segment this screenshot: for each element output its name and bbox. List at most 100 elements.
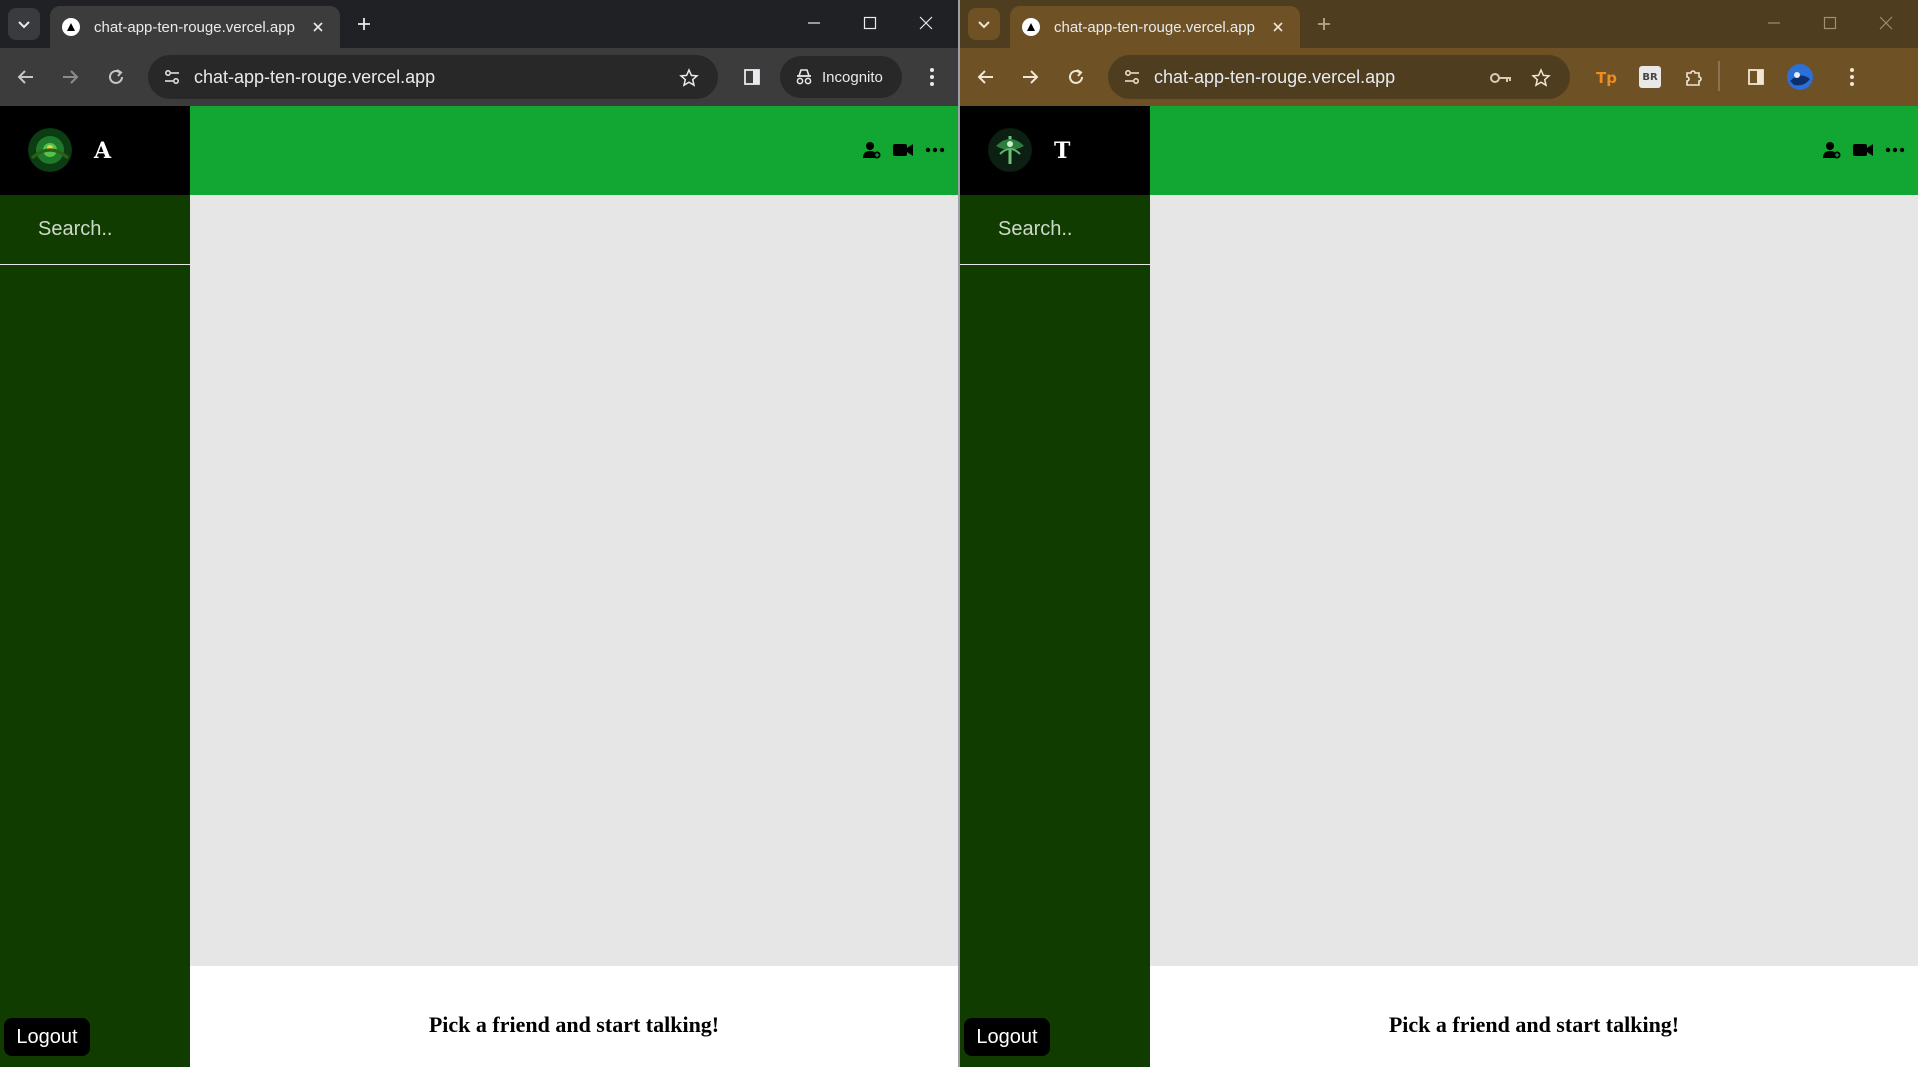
extensions-button[interactable] xyxy=(1678,61,1710,93)
profile-avatar-button[interactable] xyxy=(1784,61,1816,93)
chat-panel: Pick a friend and start talking! xyxy=(1150,106,1918,1067)
logout-button[interactable]: Logout xyxy=(964,1018,1050,1056)
browser-menu-icon xyxy=(1850,68,1854,86)
forward-icon xyxy=(63,70,79,84)
video-call-button[interactable] xyxy=(1851,138,1875,162)
minimize-button[interactable] xyxy=(1746,4,1802,42)
maximize-button[interactable] xyxy=(842,4,898,42)
tab-search-button[interactable] xyxy=(8,8,40,40)
bookmark-star-icon xyxy=(679,68,699,87)
new-tab-button[interactable] xyxy=(350,10,378,38)
incognito-icon xyxy=(796,69,812,85)
add-user-icon xyxy=(863,142,881,159)
side-panel-button[interactable] xyxy=(1740,61,1772,93)
empty-chat-message: Pick a friend and start talking! xyxy=(1388,1012,1680,1037)
add-user-icon xyxy=(1823,142,1841,159)
more-options-button[interactable] xyxy=(1883,138,1907,162)
browser-window-profile: chat-app-ten-rouge.vercel.app chat-app-t… xyxy=(960,0,1918,1067)
window-close-button[interactable] xyxy=(1858,4,1914,42)
tab-strip: chat-app-ten-rouge.vercel.app xyxy=(960,0,1918,48)
new-tab-button[interactable] xyxy=(1310,10,1338,38)
extension-br-icon: BR xyxy=(1639,66,1661,88)
password-key-button[interactable] xyxy=(1488,65,1514,91)
reload-button[interactable] xyxy=(100,61,132,93)
browser-toolbar: chat-app-ten-rouge.vercel.app Incognito xyxy=(0,48,958,106)
add-user-button[interactable] xyxy=(1820,138,1844,162)
site-info-icon xyxy=(165,70,179,84)
svg-text:Tp: Tp xyxy=(1596,69,1617,87)
maximize-icon xyxy=(863,16,877,30)
video-call-button[interactable] xyxy=(891,138,915,162)
active-tab[interactable]: chat-app-ten-rouge.vercel.app xyxy=(1010,6,1300,48)
side-panel-icon xyxy=(1748,69,1764,85)
url-text: chat-app-ten-rouge.vercel.app xyxy=(1154,67,1396,87)
browser-menu-button[interactable] xyxy=(916,61,948,93)
tab-strip: chat-app-ten-rouge.vercel.app xyxy=(0,0,958,48)
window-close-icon xyxy=(1879,16,1893,30)
site-info-button[interactable] xyxy=(158,63,186,91)
minimize-icon xyxy=(808,22,820,24)
browser-toolbar: chat-app-ten-rouge.vercel.app Tp BR xyxy=(960,48,1918,106)
site-info-button[interactable] xyxy=(1118,63,1146,91)
forward-button[interactable] xyxy=(54,61,86,93)
site-info-icon xyxy=(1125,70,1139,84)
back-button[interactable] xyxy=(10,61,42,93)
forward-button[interactable] xyxy=(1014,61,1046,93)
back-button[interactable] xyxy=(970,61,1002,93)
minimize-icon xyxy=(1768,22,1780,24)
chat-messages-area xyxy=(1150,195,1918,966)
minimize-button[interactable] xyxy=(786,4,842,42)
tab-title: chat-app-ten-rouge.vercel.app xyxy=(1054,18,1255,36)
browser-menu-button[interactable] xyxy=(1836,61,1868,93)
window-close-icon xyxy=(919,16,933,30)
maximize-button[interactable] xyxy=(1802,4,1858,42)
side-panel-icon xyxy=(744,69,760,85)
tab-search-icon xyxy=(18,21,30,29)
profile-avatar-icon xyxy=(1787,64,1813,90)
avatar[interactable] xyxy=(28,128,72,172)
sidebar: A Logout xyxy=(0,106,190,1067)
sidebar-header: T xyxy=(960,106,1150,195)
extension-tp-icon: Tp xyxy=(1596,69,1617,87)
chat-messages-area xyxy=(190,195,958,966)
address-bar[interactable]: chat-app-ten-rouge.vercel.app xyxy=(1108,55,1570,99)
tab-search-button[interactable] xyxy=(968,8,1000,40)
empty-chat-message: Pick a friend and start talking! xyxy=(428,1012,720,1037)
more-options-button[interactable] xyxy=(923,138,947,162)
more-options-icon xyxy=(1885,147,1905,153)
active-tab[interactable]: chat-app-ten-rouge.vercel.app xyxy=(50,6,340,48)
new-tab-icon xyxy=(1318,18,1330,30)
reload-icon xyxy=(109,69,123,84)
video-call-icon xyxy=(893,144,913,156)
tab-close-button[interactable] xyxy=(1266,15,1290,39)
incognito-label: Incognito xyxy=(822,68,883,86)
browser-menu-icon xyxy=(930,68,934,86)
favicon-icon xyxy=(1022,18,1040,36)
toolbar-separator xyxy=(1718,61,1720,91)
sidebar: T Logout xyxy=(960,106,1150,1067)
back-icon xyxy=(977,70,993,84)
add-user-button[interactable] xyxy=(860,138,884,162)
address-bar[interactable]: chat-app-ten-rouge.vercel.app xyxy=(148,55,718,99)
extension-br-label: BR xyxy=(1642,71,1658,83)
tab-search-icon xyxy=(978,21,990,29)
bookmark-button[interactable] xyxy=(1528,65,1554,91)
reload-button[interactable] xyxy=(1060,61,1092,93)
new-tab-icon xyxy=(358,18,370,30)
favicon-icon xyxy=(62,18,80,36)
window-close-button[interactable] xyxy=(898,4,954,42)
bookmark-star-icon xyxy=(1531,68,1551,87)
user-initial: A xyxy=(94,138,112,164)
search-input[interactable] xyxy=(0,195,190,265)
side-panel-button[interactable] xyxy=(736,61,768,93)
chat-header xyxy=(190,106,958,195)
avatar[interactable] xyxy=(988,128,1032,172)
tab-close-button[interactable] xyxy=(306,15,330,39)
extension-br-button[interactable]: BR xyxy=(1634,61,1666,93)
incognito-indicator[interactable]: Incognito xyxy=(780,56,902,98)
search-input[interactable] xyxy=(960,195,1150,265)
extension-tp-button[interactable]: Tp xyxy=(1590,61,1622,93)
logout-button[interactable]: Logout xyxy=(4,1018,90,1056)
bookmark-button[interactable] xyxy=(676,65,702,91)
key-icon xyxy=(1490,73,1511,83)
